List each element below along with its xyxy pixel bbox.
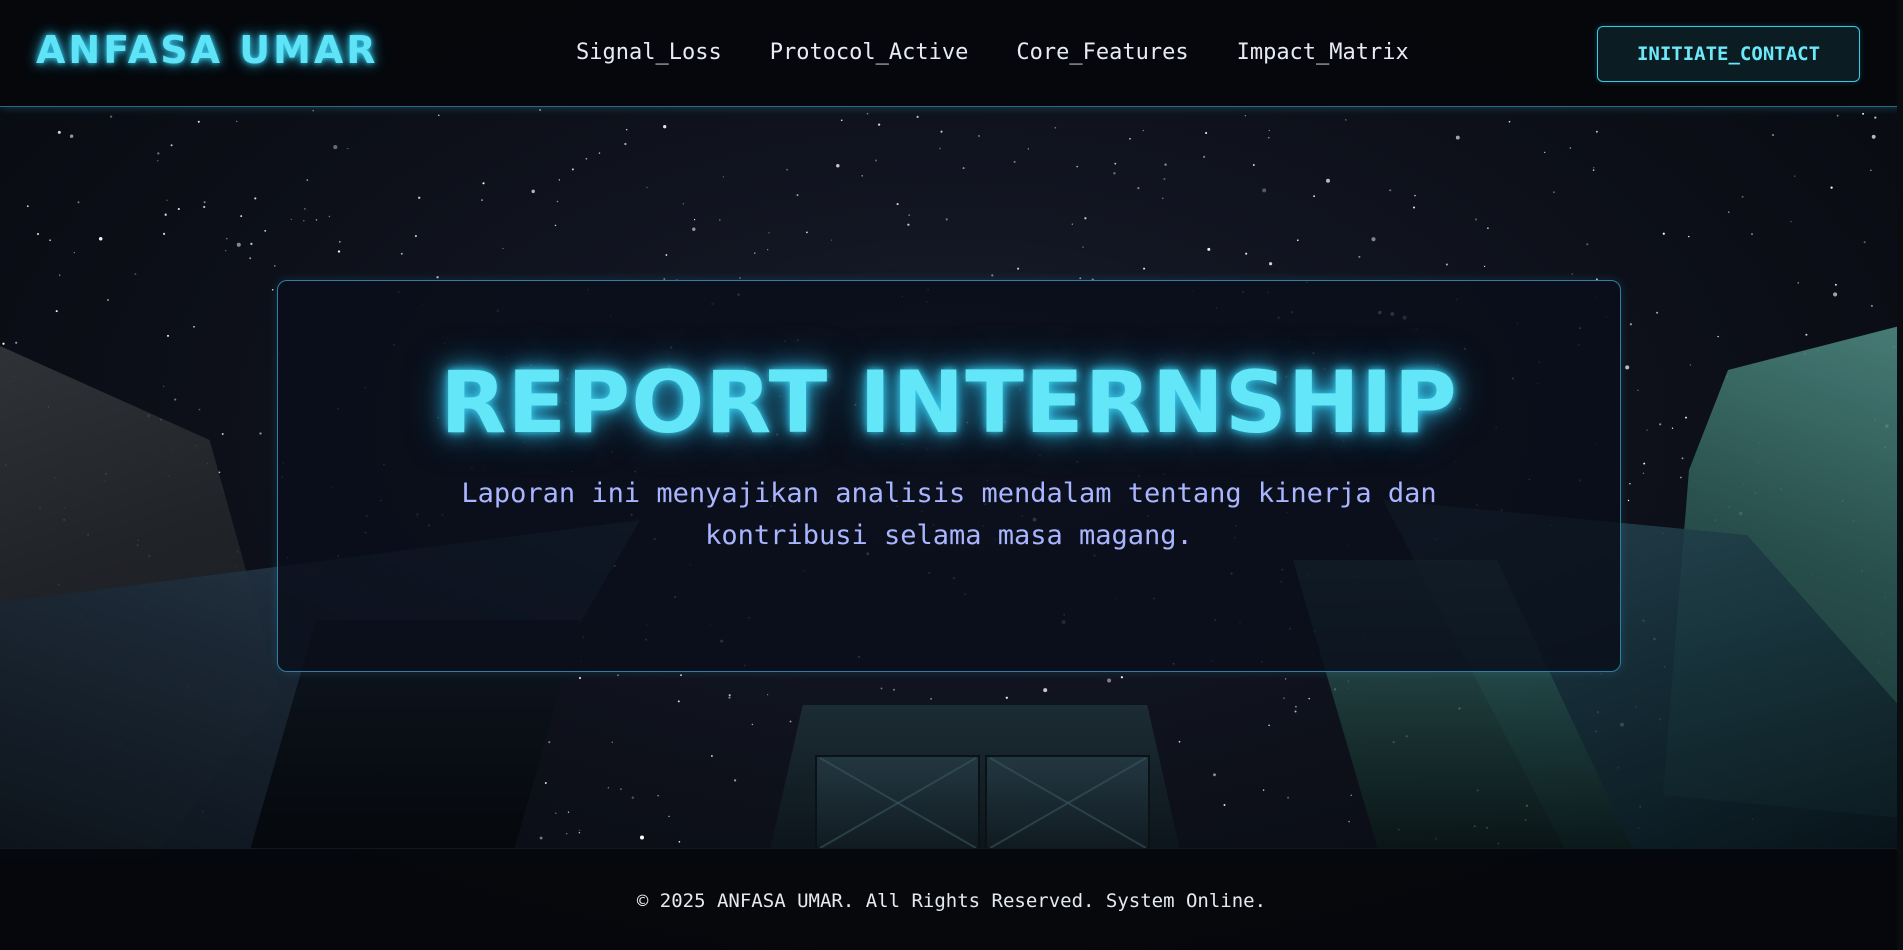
- nav-link-protocol-active[interactable]: Protocol_Active: [770, 40, 969, 65]
- footer-copyright: © 2025 ANFASA UMAR. All Rights Reserved.…: [636, 890, 1267, 912]
- page: ANFASA UMAR Signal_Loss Protocol_Active …: [0, 0, 1903, 950]
- main-nav: Signal_Loss Protocol_Active Core_Feature…: [576, 40, 1409, 65]
- hero-subtitle-line-2: kontribusi selama masa magang.: [705, 520, 1193, 551]
- hero-card: REPORT INTERNSHIP Laporan ini menyajikan…: [277, 280, 1621, 672]
- initiate-contact-button[interactable]: INITIATE_CONTACT: [1597, 26, 1860, 82]
- site-logo[interactable]: ANFASA UMAR: [36, 28, 379, 72]
- nav-link-signal-loss[interactable]: Signal_Loss: [576, 40, 722, 65]
- hero-title: REPORT INTERNSHIP: [440, 353, 1458, 453]
- top-navbar: ANFASA UMAR Signal_Loss Protocol_Active …: [0, 0, 1903, 107]
- scrollbar[interactable]: [1897, 0, 1903, 950]
- footer: © 2025 ANFASA UMAR. All Rights Reserved.…: [0, 848, 1903, 950]
- station-hatch-right: [985, 755, 1150, 850]
- nav-link-impact-matrix[interactable]: Impact_Matrix: [1237, 40, 1409, 65]
- hero-subtitle-line-1: Laporan ini menyajikan analisis mendalam…: [461, 478, 1437, 509]
- nav-link-core-features[interactable]: Core_Features: [1016, 40, 1188, 65]
- hero-subtitle: Laporan ini menyajikan analisis mendalam…: [428, 473, 1470, 557]
- station-hatch-left: [815, 755, 980, 850]
